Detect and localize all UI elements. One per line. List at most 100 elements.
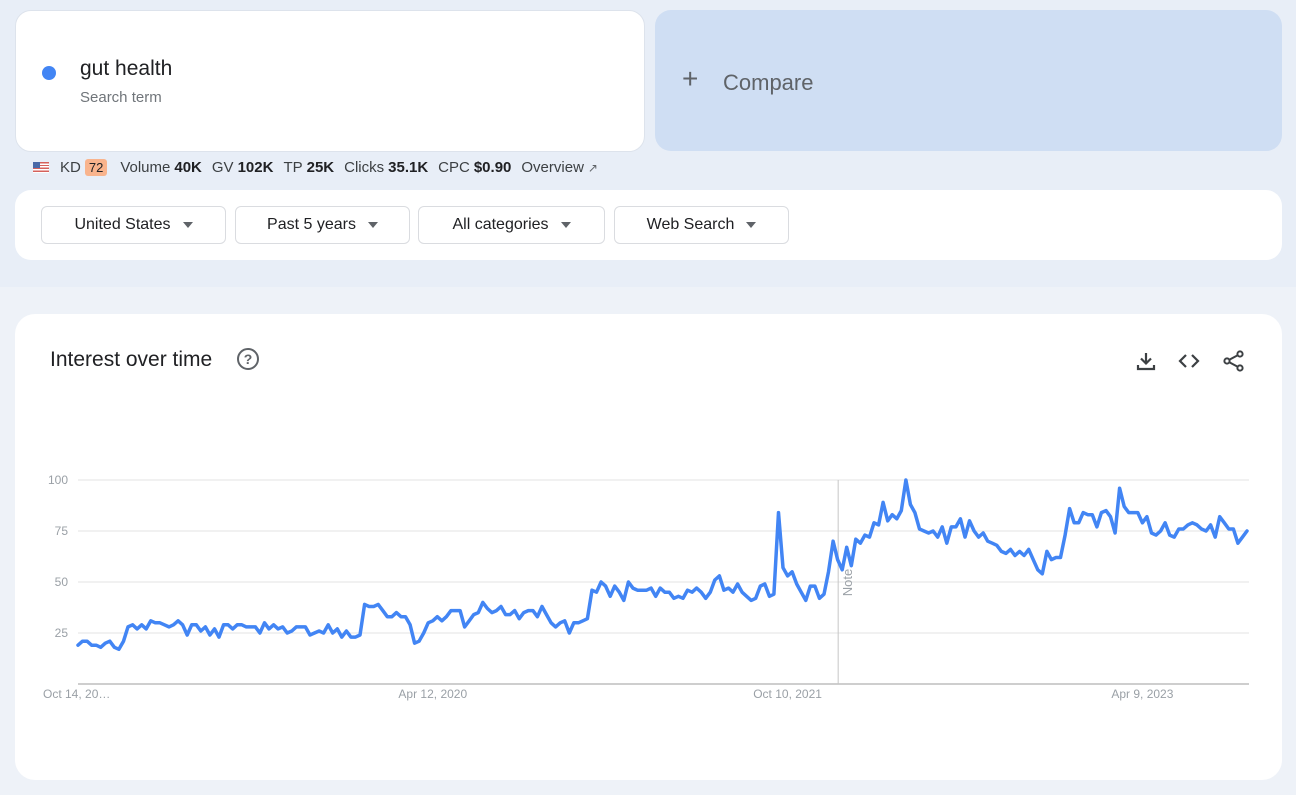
data-point[interactable] <box>622 598 626 602</box>
data-point[interactable] <box>1086 513 1090 517</box>
data-point[interactable] <box>244 625 248 629</box>
data-point[interactable] <box>499 605 503 609</box>
compare-button[interactable]: + Compare <box>655 10 1282 151</box>
data-point[interactable] <box>1177 527 1181 531</box>
data-point[interactable] <box>454 609 458 613</box>
data-point[interactable] <box>431 619 435 623</box>
data-point[interactable] <box>504 613 508 617</box>
data-point[interactable] <box>426 621 430 625</box>
search-term-card[interactable]: gut health Search term <box>15 10 645 152</box>
data-point[interactable] <box>1063 533 1067 537</box>
data-point[interactable] <box>549 621 553 625</box>
data-point[interactable] <box>1154 533 1158 537</box>
data-point[interactable] <box>326 623 330 627</box>
data-point[interactable] <box>945 541 949 545</box>
data-point[interactable] <box>1172 535 1176 539</box>
data-point[interactable] <box>417 639 421 643</box>
data-point[interactable] <box>99 645 103 649</box>
data-point[interactable] <box>863 533 867 537</box>
data-point[interactable] <box>172 623 176 627</box>
data-point[interactable] <box>977 535 981 539</box>
data-point[interactable] <box>736 582 740 586</box>
data-point[interactable] <box>181 623 185 627</box>
data-point[interactable] <box>904 478 908 482</box>
data-point[interactable] <box>1222 521 1226 525</box>
data-point[interactable] <box>303 625 307 629</box>
data-point[interactable] <box>1040 572 1044 576</box>
data-point[interactable] <box>213 627 217 631</box>
data-point[interactable] <box>895 517 899 521</box>
data-point[interactable] <box>936 535 940 539</box>
data-point[interactable] <box>908 503 912 507</box>
data-point[interactable] <box>690 590 694 594</box>
data-point[interactable] <box>217 635 221 639</box>
data-point[interactable] <box>1168 533 1172 537</box>
time-range-dropdown[interactable]: Past 5 years <box>235 206 410 244</box>
data-point[interactable] <box>522 611 526 615</box>
data-point[interactable] <box>890 513 894 517</box>
data-point[interactable] <box>886 519 890 523</box>
data-point[interactable] <box>149 619 153 623</box>
data-point[interactable] <box>767 594 771 598</box>
data-point[interactable] <box>722 588 726 592</box>
data-point[interactable] <box>699 590 703 594</box>
data-point[interactable] <box>535 615 539 619</box>
data-point[interactable] <box>112 645 116 649</box>
data-point[interactable] <box>872 521 876 525</box>
data-point[interactable] <box>545 613 549 617</box>
data-point[interactable] <box>745 594 749 598</box>
data-point[interactable] <box>918 527 922 531</box>
data-point[interactable] <box>140 623 144 627</box>
data-point[interactable] <box>94 643 98 647</box>
data-point[interactable] <box>367 605 371 609</box>
data-point[interactable] <box>636 588 640 592</box>
data-point[interactable] <box>649 586 653 590</box>
data-point[interactable] <box>508 613 512 617</box>
data-point[interactable] <box>190 623 194 627</box>
data-point[interactable] <box>540 605 544 609</box>
data-point[interactable] <box>858 541 862 545</box>
data-point[interactable] <box>1018 549 1022 553</box>
data-point[interactable] <box>981 531 985 535</box>
data-point[interactable] <box>390 615 394 619</box>
data-point[interactable] <box>1245 529 1249 533</box>
data-point[interactable] <box>267 627 271 631</box>
data-point[interactable] <box>317 629 321 633</box>
data-point[interactable] <box>663 590 667 594</box>
data-point[interactable] <box>681 596 685 600</box>
data-point[interactable] <box>1054 556 1058 560</box>
data-point[interactable] <box>85 639 89 643</box>
data-point[interactable] <box>676 594 680 598</box>
data-point[interactable] <box>135 627 139 631</box>
data-point[interactable] <box>845 545 849 549</box>
data-point[interactable] <box>1059 556 1063 560</box>
data-point[interactable] <box>572 621 576 625</box>
data-point[interactable] <box>517 617 521 621</box>
data-point[interactable] <box>1036 568 1040 572</box>
data-point[interactable] <box>717 574 721 578</box>
data-point[interactable] <box>995 543 999 547</box>
data-point[interactable] <box>1159 529 1163 533</box>
data-point[interactable] <box>1045 549 1049 553</box>
data-point[interactable] <box>235 623 239 627</box>
data-point[interactable] <box>608 594 612 598</box>
data-point[interactable] <box>394 611 398 615</box>
data-point[interactable] <box>290 629 294 633</box>
data-point[interactable] <box>344 629 348 633</box>
data-point[interactable] <box>144 627 148 631</box>
data-point[interactable] <box>1081 511 1085 515</box>
data-point[interactable] <box>117 647 121 651</box>
data-point[interactable] <box>263 621 267 625</box>
data-point[interactable] <box>877 523 881 527</box>
data-point[interactable] <box>854 537 858 541</box>
data-point[interactable] <box>1122 505 1126 509</box>
data-point[interactable] <box>472 613 476 617</box>
data-point[interactable] <box>331 631 335 635</box>
data-point[interactable] <box>531 609 535 613</box>
data-point[interactable] <box>713 578 717 582</box>
data-point[interactable] <box>958 517 962 521</box>
data-point[interactable] <box>167 625 171 629</box>
data-point[interactable] <box>90 643 94 647</box>
data-point[interactable] <box>1231 527 1235 531</box>
data-point[interactable] <box>799 590 803 594</box>
